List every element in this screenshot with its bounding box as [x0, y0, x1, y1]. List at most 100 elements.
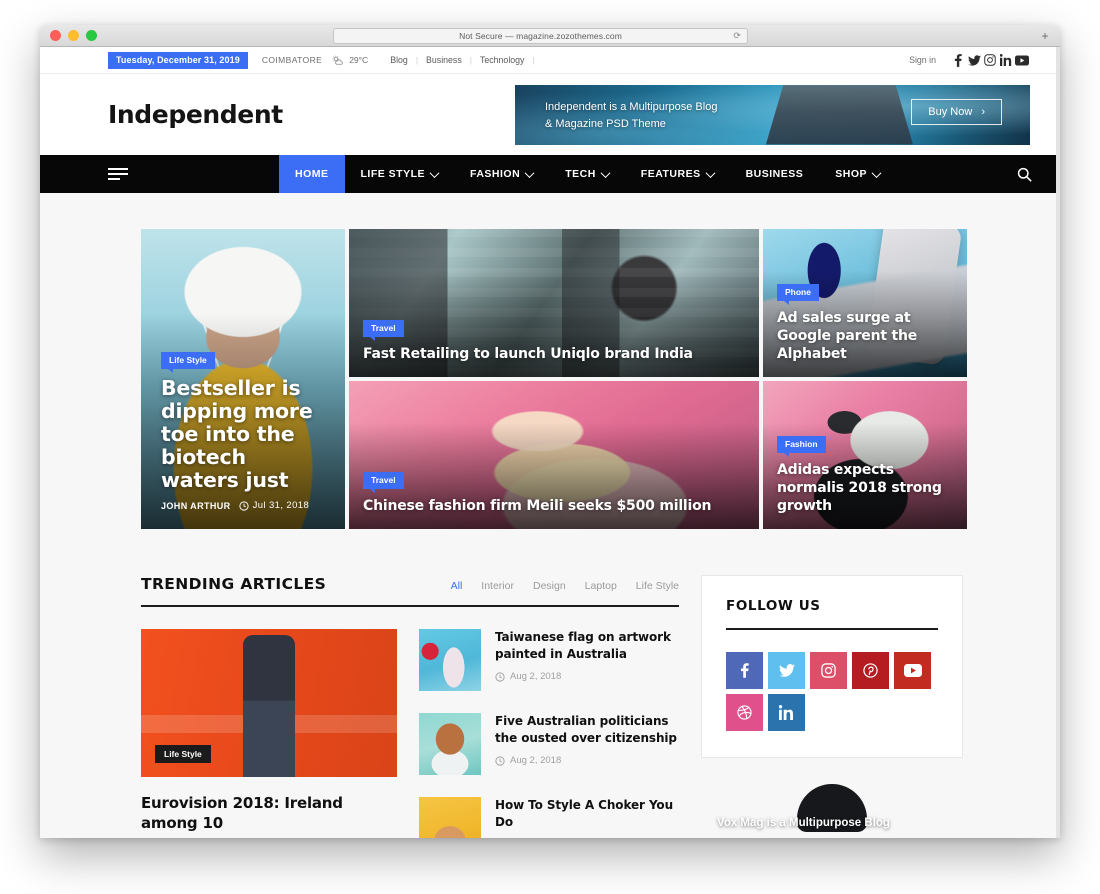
youtube-icon[interactable] [1014, 54, 1030, 66]
close-window-button[interactable] [50, 30, 61, 41]
filter-interior[interactable]: Interior [481, 580, 514, 592]
hero-card-title[interactable]: Adidas expects normalis 2018 strong grow… [777, 461, 953, 515]
site-logo[interactable]: Independent [108, 100, 283, 129]
trending-filters: All Interior Design Laptop Life Style [451, 580, 679, 592]
hero-card-ad-sales[interactable]: Phone Ad sales surge at Google parent th… [763, 229, 967, 377]
chevron-down-icon [705, 167, 716, 178]
page-title: TRENDING ARTICLES [141, 575, 327, 593]
hero-card-meta: JOHN ARTHUR Jul 31, 2018 [161, 500, 325, 511]
hero-card-chinese-fashion[interactable]: Travel Chinese fashion firm Meili seeks … [349, 381, 759, 529]
clock-icon [495, 755, 505, 766]
instagram-icon[interactable] [810, 652, 847, 689]
nav-item-tech[interactable]: TECH [549, 155, 625, 193]
hero-card-title[interactable]: Ad sales surge at Google parent the Alph… [777, 309, 953, 363]
browser-titlebar: Not Secure — magazine.zozothemes.com ⟳ + [40, 25, 1060, 47]
post-date-text: Aug 2, 2018 [510, 671, 562, 682]
featured-article-title[interactable]: Eurovision 2018: Ireland among 10 [141, 793, 397, 833]
dribbble-icon[interactable] [726, 694, 763, 731]
chevron-down-icon [600, 167, 611, 178]
window-traffic-lights[interactable] [50, 30, 97, 41]
nav-item-home-label: HOME [295, 168, 329, 180]
promo-text: Vox Mag is a Multipurpose Blog [717, 817, 890, 829]
list-item[interactable]: Five Australian politicians the ousted o… [419, 713, 679, 775]
filter-life-style[interactable]: Life Style [636, 580, 679, 592]
maximize-window-button[interactable] [86, 30, 97, 41]
ad-banner[interactable]: Independent is a Multipurpose Blog & Mag… [515, 84, 1030, 145]
city-label: COIMBATORE [261, 55, 323, 65]
twitter-icon[interactable] [768, 652, 805, 689]
brand-row: Independent Independent is a Multipurpos… [40, 74, 1060, 155]
topbar-link-blog[interactable]: Blog [390, 55, 408, 65]
category-badge[interactable]: Phone [777, 284, 819, 305]
post-body: Taiwanese flag on artwork painted in Aus… [495, 629, 679, 691]
ad-banner-line1: Independent is a Multipurpose Blog [545, 100, 718, 113]
post-title[interactable]: Taiwanese flag on artwork painted in Aus… [495, 629, 679, 663]
post-thumbnail [419, 797, 481, 838]
twitter-icon[interactable] [966, 54, 982, 66]
new-tab-button[interactable]: + [1038, 29, 1052, 43]
nav-item-fashion-label: FASHION [470, 168, 521, 180]
topbar-separator: | [415, 55, 419, 65]
list-item[interactable]: Taiwanese flag on artwork painted in Aus… [419, 629, 679, 691]
nav-item-fashion[interactable]: FASHION [454, 155, 549, 193]
nav-item-shop[interactable]: SHOP [819, 155, 896, 193]
reload-icon[interactable]: ⟳ [733, 31, 741, 42]
post-date: Aug 2, 2018 [495, 671, 679, 682]
category-badge[interactable]: Life Style [155, 745, 211, 763]
buy-now-button[interactable]: Buy Now › [911, 98, 1002, 125]
minimize-window-button[interactable] [68, 30, 79, 41]
post-body: Five Australian politicians the ousted o… [495, 713, 679, 775]
nav-item-features[interactable]: FEATURES [625, 155, 730, 193]
filter-laptop[interactable]: Laptop [585, 580, 617, 592]
address-bar[interactable]: Not Secure — magazine.zozothemes.com ⟳ [333, 28, 748, 44]
post-body: How To Style A Choker You Do [495, 797, 679, 838]
linkedin-icon[interactable] [998, 54, 1014, 66]
linkedin-icon[interactable] [768, 694, 805, 731]
facebook-icon[interactable] [950, 53, 966, 67]
featured-article[interactable]: Life Style Eurovision 2018: Ireland amon… [141, 629, 397, 838]
hero-card-body: Life Style Bestseller is dipping more to… [141, 350, 345, 529]
featured-article-image: Life Style [141, 629, 397, 777]
list-item[interactable]: How To Style A Choker You Do [419, 797, 679, 838]
hero-card-body: Travel Chinese fashion firm Meili seeks … [349, 470, 759, 529]
topbar-link-business[interactable]: Business [426, 55, 462, 65]
category-badge[interactable]: Travel [363, 320, 404, 341]
hero-card-title[interactable]: Fast Retailing to launch Uniqlo brand In… [363, 345, 745, 363]
site-topbar: Tuesday, December 31, 2019 COIMBATORE 29… [40, 47, 1060, 74]
topbar-link-technology[interactable]: Technology [480, 55, 525, 65]
post-title[interactable]: How To Style A Choker You Do [495, 797, 679, 831]
category-badge[interactable]: Travel [363, 472, 404, 493]
instagram-icon[interactable] [982, 54, 998, 66]
chevron-down-icon [429, 167, 440, 178]
category-badge[interactable]: Fashion [777, 436, 826, 457]
nav-item-home[interactable]: HOME [279, 155, 345, 193]
topbar-links[interactable]: Blog | Business | Technology | [390, 55, 542, 65]
follow-us-title: FOLLOW US [726, 598, 938, 630]
trending-grid: Life Style Eurovision 2018: Ireland amon… [141, 629, 679, 838]
hero-card-title[interactable]: Bestseller is dipping more toe into the … [161, 377, 325, 492]
sidebar-promo-banner[interactable]: Vox Mag is a Multipurpose Blog [701, 780, 963, 838]
hero-card-adidas[interactable]: Fashion Adidas expects normalis 2018 str… [763, 381, 967, 529]
hero-card-bestseller[interactable]: Life Style Bestseller is dipping more to… [141, 229, 345, 529]
nav-item-business[interactable]: BUSINESS [730, 155, 820, 193]
ad-banner-line2: & Magazine PSD Theme [545, 117, 666, 130]
search-icon[interactable] [1017, 155, 1036, 193]
filter-design[interactable]: Design [533, 580, 566, 592]
trending-column: TRENDING ARTICLES All Interior Design La… [141, 575, 679, 838]
pinterest-icon[interactable] [852, 652, 889, 689]
page-scrollbar[interactable] [1056, 47, 1060, 838]
hamburger-icon[interactable] [108, 155, 130, 193]
follow-us-widget: FOLLOW US [701, 575, 963, 758]
sign-in-link[interactable]: Sign in [909, 55, 936, 65]
content-container: Travel Fast Retailing to launch Uniqlo b… [141, 229, 967, 838]
facebook-icon[interactable] [726, 652, 763, 689]
filter-all[interactable]: All [451, 580, 463, 592]
nav-item-life-style[interactable]: LIFE STYLE [345, 155, 455, 193]
topbar-separator: | [469, 55, 472, 65]
hero-card-fast-retailing[interactable]: Travel Fast Retailing to launch Uniqlo b… [349, 229, 759, 377]
temperature-label: 29°C [349, 55, 369, 65]
hero-card-title[interactable]: Chinese fashion firm Meili seeks $500 mi… [363, 497, 745, 515]
category-badge[interactable]: Life Style [161, 352, 215, 373]
youtube-icon[interactable] [894, 652, 931, 689]
post-title[interactable]: Five Australian politicians the ousted o… [495, 713, 679, 747]
